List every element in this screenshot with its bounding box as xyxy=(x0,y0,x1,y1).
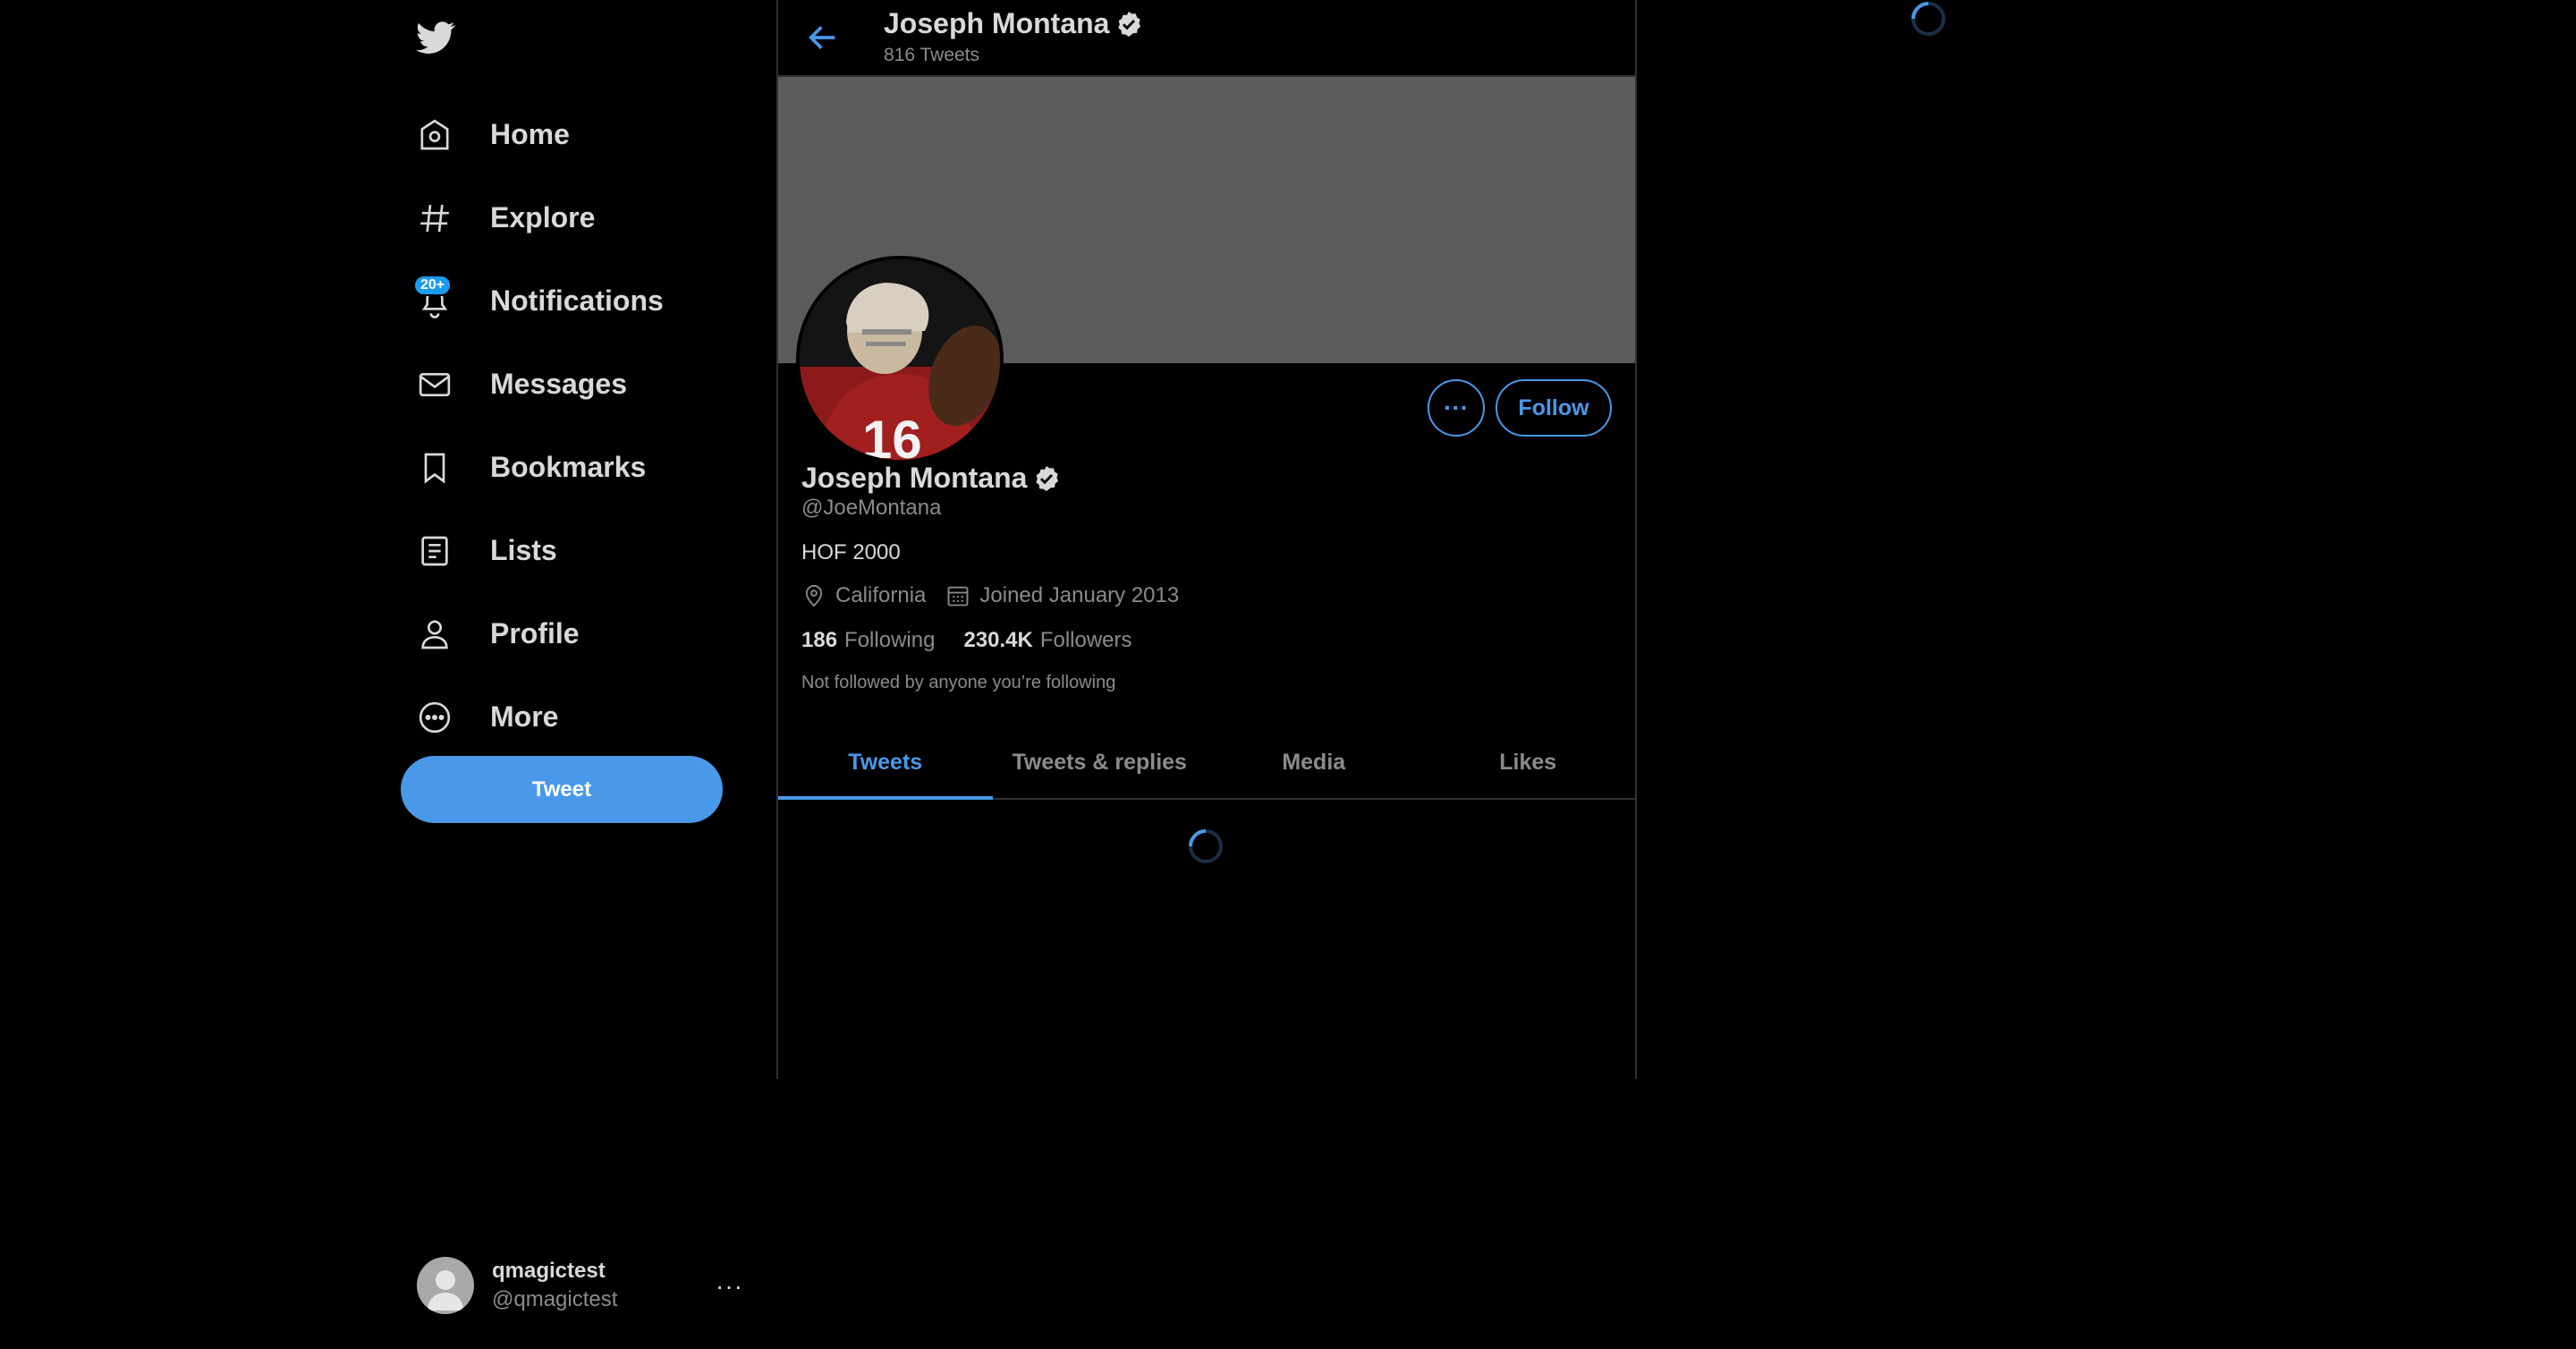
sidebar-item-label: More xyxy=(490,700,559,733)
followers-link[interactable]: 230.4K Followers xyxy=(963,628,1131,653)
sidebar-item-more[interactable]: More xyxy=(417,675,664,759)
sidebar-nav: Home Explore 20+ Notifications Messages … xyxy=(413,93,664,759)
tab-likes[interactable]: Likes xyxy=(1421,726,1636,798)
sidebar-item-label: Home xyxy=(490,118,570,150)
following-count: 186 xyxy=(801,628,838,652)
notification-badge: 20+ xyxy=(413,274,453,296)
verified-badge-icon xyxy=(1036,465,1059,491)
sidebar-item-messages[interactable]: Messages xyxy=(417,343,664,426)
profile-meta: California Joined January 2013 xyxy=(801,583,1179,608)
sidebar-item-lists[interactable]: Lists xyxy=(417,509,664,592)
avatar xyxy=(417,1257,474,1314)
profile-bio: HOF 2000 xyxy=(801,540,901,564)
more-circle-icon xyxy=(419,701,451,733)
profile-joined-date: Joined January 2013 xyxy=(979,583,1180,607)
tab-tweets[interactable]: Tweets xyxy=(778,726,993,800)
followed-by-note: Not followed by anyone you’re following xyxy=(801,673,1116,692)
following-link[interactable]: 186 Following xyxy=(801,628,935,653)
loading-spinner-icon xyxy=(1911,2,1945,36)
following-label: Following xyxy=(844,628,936,652)
sidebar-item-explore[interactable]: Explore xyxy=(417,176,664,259)
profile-name: Joseph Montana xyxy=(801,462,1028,494)
sidebar-item-home[interactable]: Home xyxy=(417,93,664,176)
verified-badge-icon xyxy=(1118,11,1141,37)
profile-name-row: Joseph Montana xyxy=(801,462,1061,495)
account-more-button[interactable]: ··· xyxy=(716,1272,743,1301)
tweet-count: 816 Tweets xyxy=(884,45,980,65)
account-handle: @qmagictest xyxy=(492,1287,618,1311)
follow-button[interactable]: Follow xyxy=(1496,379,1612,437)
account-switcher[interactable]: qmagictest @qmagictest ··· xyxy=(417,1256,748,1315)
sidebar-item-bookmarks[interactable]: Bookmarks xyxy=(417,426,664,509)
sidebar-item-label: Bookmarks xyxy=(490,451,647,483)
person-icon xyxy=(421,620,448,649)
sidebar-item-label: Lists xyxy=(490,534,557,566)
tweet-button[interactable]: Tweet xyxy=(401,756,723,823)
header-name: Joseph Montana xyxy=(884,7,1110,39)
hashtag-icon xyxy=(420,204,449,232)
list-icon xyxy=(421,536,448,565)
profile-photo: 16 xyxy=(800,259,1000,460)
sidebar-item-label: Profile xyxy=(490,617,580,649)
followers-count: 230.4K xyxy=(963,628,1033,652)
followers-label: Followers xyxy=(1039,628,1132,652)
profile-stats: 186 Following 230.4K Followers xyxy=(801,628,1161,653)
home-icon xyxy=(420,119,449,149)
default-avatar-icon xyxy=(428,1270,463,1311)
loading-spinner-icon xyxy=(1189,829,1223,863)
envelope-icon xyxy=(419,372,451,396)
account-name: qmagictest xyxy=(492,1259,606,1283)
tab-media[interactable]: Media xyxy=(1207,726,1421,798)
back-arrow-icon[interactable] xyxy=(805,20,841,55)
profile-column: Joseph Montana 816 Tweets 16 ··· Follow … xyxy=(776,0,1637,1079)
header-name-row: Joseph Montana xyxy=(884,7,1143,40)
tab-tweets-replies[interactable]: Tweets & replies xyxy=(993,726,1208,798)
sidebar-item-label: Notifications xyxy=(490,284,664,317)
profile-avatar[interactable]: 16 xyxy=(796,256,1004,463)
calendar-icon xyxy=(947,586,969,607)
sidebar-item-profile[interactable]: Profile xyxy=(417,592,664,675)
sidebar-item-label: Explore xyxy=(490,201,596,233)
profile-header-bar: Joseph Montana 816 Tweets xyxy=(778,0,1635,77)
bookmark-icon xyxy=(424,453,445,484)
profile-more-button[interactable]: ··· xyxy=(1428,379,1485,437)
profile-tabs: Tweets Tweets & replies Media Likes xyxy=(778,726,1635,800)
twitter-logo-icon[interactable] xyxy=(413,18,458,57)
jersey-number: 16 xyxy=(862,410,922,460)
location-pin-icon xyxy=(805,585,823,607)
profile-handle: @JoeMontana xyxy=(801,496,942,520)
profile-location: California xyxy=(835,583,927,607)
bell-icon-wrapper: 20+ xyxy=(413,274,453,319)
sidebar-item-label: Messages xyxy=(490,368,627,400)
sidebar-item-notifications[interactable]: 20+ Notifications xyxy=(413,259,664,343)
account-text: qmagictest @qmagictest xyxy=(492,1259,617,1312)
